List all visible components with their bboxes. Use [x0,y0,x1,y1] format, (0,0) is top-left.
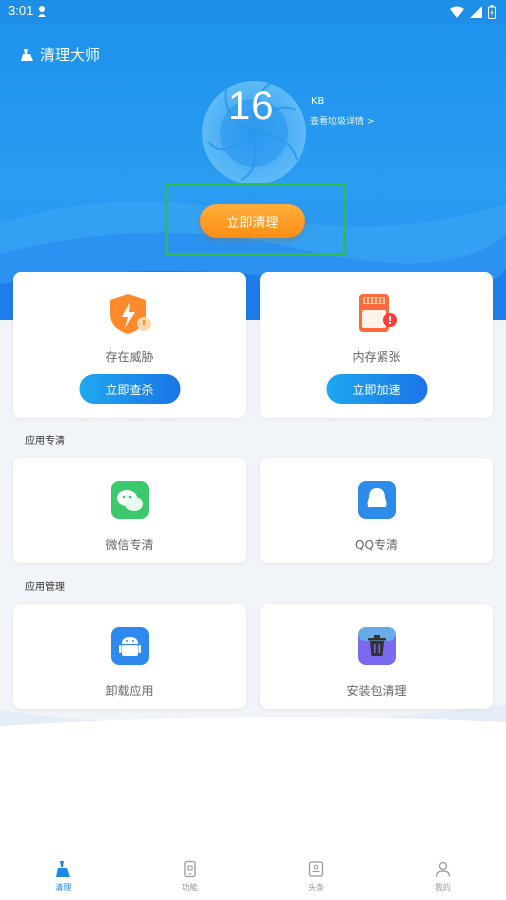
wechat-clean-label: 微信专清 [105,538,154,552]
memory-card[interactable]: 内存紧张 立即加速 [260,272,493,418]
wifi-icon [450,6,464,18]
junk-size-unit: KB [311,96,325,107]
junk-size-value: 16 [228,84,275,128]
tab-clean-label: 清理 [55,883,72,892]
app-title: 清理大师 [20,44,100,65]
scan-now-button[interactable]: 立即查杀 [79,374,180,404]
speed-up-button[interactable]: 立即加速 [326,374,427,404]
uninstall-app-label: 卸载应用 [105,684,154,698]
tab-mine[interactable]: 我的 [380,852,506,900]
trash-icon [357,627,396,665]
battery-icon [488,4,496,19]
tab-clean[interactable]: 清理 [0,852,127,900]
package-clean-label: 安装包清理 [346,684,407,698]
status-bar: 3:01 [0,0,506,24]
qq-clean-label: QQ专清 [355,538,398,552]
phone-icon [184,860,196,878]
android-icon [110,627,149,665]
tab-headlines-label: 头条 [308,883,325,892]
threat-label: 存在威胁 [105,350,154,364]
memory-card-icon [358,294,397,332]
shield-lightning-icon [109,294,151,334]
status-time: 3:01 [8,3,34,18]
app-title-text: 清理大师 [40,46,101,64]
junk-detail-link[interactable]: 查看垃圾详情 > [310,114,374,127]
system-icons [450,4,496,19]
user-icon [435,861,450,877]
package-clean-card[interactable]: 安装包清理 [260,604,493,709]
tab-functions-label: 功能 [181,883,198,892]
wechat-clean-card[interactable]: 微信专清 [13,458,246,563]
threat-card[interactable]: 存在威胁 立即查杀 [13,272,246,418]
memory-label: 内存紧张 [352,350,401,364]
tab-functions[interactable]: 功能 [127,852,254,900]
qq-penguin-icon [357,481,396,519]
qq-clean-card[interactable]: QQ专清 [260,458,493,563]
signal-icon [470,5,482,18]
bottom-tab-bar: 清理 功能 头条 我的 [0,852,506,900]
tab-mine-label: 我的 [434,883,451,892]
broom-logo-icon [21,48,33,61]
section-title-special-clean: 应用专清 [25,436,65,447]
wechat-icon [110,481,149,519]
broom-icon [56,861,71,877]
tab-headlines[interactable]: 头条 [253,852,380,900]
section-title-app-manage: 应用管理 [25,582,65,593]
news-icon [309,861,324,877]
uninstall-app-card[interactable]: 卸载应用 [13,604,246,709]
clean-now-button[interactable]: 立即清理 [200,204,305,238]
notification-icon [38,6,46,17]
